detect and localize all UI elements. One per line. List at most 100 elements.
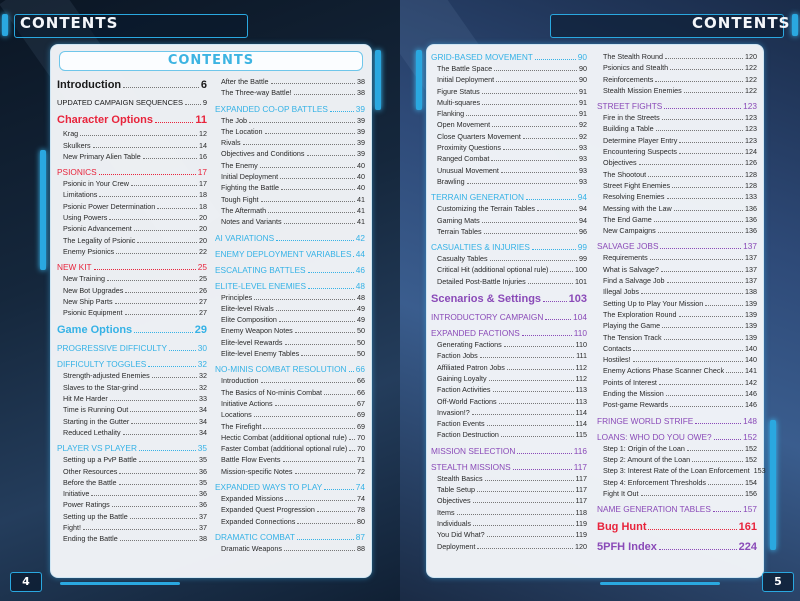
toc-chapter[interactable]: Bug Hunt 161 (597, 519, 757, 535)
toc-entry[interactable]: Skulkers 14 (57, 140, 207, 151)
toc-entry[interactable]: New Ship Parts 27 (57, 296, 207, 307)
toc-entry[interactable]: Encountering Suspects 124 (597, 146, 757, 157)
toc-entry[interactable]: The Shootout 128 (597, 169, 757, 180)
toc-chapter[interactable]: Scenarios & Settings 103 (431, 291, 587, 307)
toc-entry[interactable]: Fight It Out 156 (597, 488, 757, 499)
toc-entry[interactable]: Reinforcements 122 (597, 74, 757, 85)
toc-section[interactable]: EXPANDED WAYS TO PLAY 74 (215, 481, 365, 493)
toc-entry[interactable]: Reduced Lethality 34 (57, 427, 207, 438)
toc-entry[interactable]: Initial Deployment 90 (431, 74, 587, 85)
toc-entry[interactable]: Brawling 93 (431, 176, 587, 187)
toc-entry[interactable]: Psionic Advancement 20 (57, 223, 207, 234)
toc-entry[interactable]: Determine Player Entry 123 (597, 135, 757, 146)
toc-entry[interactable]: Step 1: Origin of the Loan 152 (597, 443, 757, 454)
toc-entry[interactable]: Fight! 37 (57, 522, 207, 533)
toc-entry[interactable]: Power Ratings 36 (57, 499, 207, 510)
toc-entry[interactable]: Individuals 119 (431, 518, 587, 529)
toc-entry[interactable]: Elite-level Rewards 50 (215, 337, 365, 348)
toc-entry[interactable]: Step 4: Enforcement Thresholds 154 (597, 477, 757, 488)
toc-entry[interactable]: Strength-adjusted Enemies 32 (57, 370, 207, 381)
toc-entry[interactable]: The Tension Track 139 (597, 332, 757, 343)
toc-section[interactable]: CASUALTIES & INJURIES 99 (431, 241, 587, 253)
toc-entry[interactable]: Requirements 137 (597, 252, 757, 263)
toc-section[interactable]: NO-MINIS COMBAT RESOLUTION 66 (215, 363, 365, 375)
toc-section[interactable]: LOANS: WHO DO YOU OWE? 152 (597, 431, 757, 443)
toc-entry[interactable]: The End Game 136 (597, 214, 757, 225)
toc-entry[interactable]: Casualty Tables 99 (431, 253, 587, 264)
toc-entry[interactable]: Messing with the Law 136 (597, 203, 757, 214)
toc-entry[interactable]: Psionic Equipment 27 (57, 307, 207, 318)
toc-section[interactable]: ENEMY DEPLOYMENT VARIABLES 44 (215, 248, 365, 260)
toc-entry[interactable]: Faction Events 114 (431, 418, 587, 429)
toc-entry[interactable]: Psionic Power Determination 18 (57, 201, 207, 212)
toc-entry[interactable]: Hit Me Harder 33 (57, 393, 207, 404)
toc-entry[interactable]: Setting Up to Play Your Mission 139 (597, 298, 757, 309)
toc-section[interactable]: EXPANDED FACTIONS 110 (431, 327, 587, 339)
toc-entry[interactable]: Unusual Movement 93 (431, 165, 587, 176)
toc-entry[interactable]: The Battle Space 90 (431, 63, 587, 74)
toc-entry[interactable]: You Did What? 119 (431, 529, 587, 540)
toc-entry[interactable]: The Firefight 69 (215, 421, 365, 432)
toc-entry[interactable]: Building a Table 123 (597, 123, 757, 134)
toc-section[interactable]: TERRAIN GENERATION 94 (431, 191, 587, 203)
toc-entry[interactable]: Ranged Combat 93 (431, 153, 587, 164)
toc-section[interactable]: STEALTH MISSIONS 117 (431, 461, 587, 473)
toc-entry[interactable]: What is Salvage? 137 (597, 264, 757, 275)
toc-entry[interactable]: Introduction 66 (215, 375, 365, 386)
toc-entry[interactable]: The Location 39 (215, 126, 365, 137)
toc-entry[interactable]: Locations 69 (215, 409, 365, 420)
toc-entry[interactable]: Points of Interest 142 (597, 377, 757, 388)
toc-entry[interactable]: Using Powers 20 (57, 212, 207, 223)
toc-entry[interactable]: The Three-way Battle! 38 (215, 87, 365, 98)
toc-entry[interactable]: Fighting the Battle 40 (215, 182, 365, 193)
toc-entry[interactable]: New Training 25 (57, 273, 207, 284)
toc-entry[interactable]: The Job 39 (215, 115, 365, 126)
toc-entry[interactable]: Limitations 18 (57, 189, 207, 200)
toc-entry[interactable]: Ending the Mission 146 (597, 388, 757, 399)
toc-entry[interactable]: Faster Combat (additional optional rule)… (215, 443, 365, 454)
toc-entry[interactable]: New Primary Alien Table 16 (57, 151, 207, 162)
toc-entry[interactable]: Objectives 126 (597, 157, 757, 168)
toc-section[interactable]: PLAYER VS PLAYER 35 (57, 442, 207, 454)
toc-entry[interactable]: Customizing the Terrain Tables 94 (431, 203, 587, 214)
toc-chapter[interactable]: Introduction 6 (57, 77, 207, 93)
toc-entry[interactable]: Items 118 (431, 507, 587, 518)
toc-section[interactable]: UPDATED CAMPAIGN SEQUENCES 9 (57, 97, 207, 108)
toc-section[interactable]: MISSION SELECTION 116 (431, 445, 587, 457)
toc-entry[interactable]: Elite-level Rivals 49 (215, 303, 365, 314)
toc-entry[interactable]: Invasion!? 114 (431, 407, 587, 418)
toc-entry[interactable]: Expanded Quest Progression 78 (215, 504, 365, 515)
toc-entry[interactable]: Deployment 120 (431, 541, 587, 552)
toc-entry[interactable]: Initiative 36 (57, 488, 207, 499)
toc-entry[interactable]: Psionic in Your Crew 17 (57, 178, 207, 189)
toc-entry[interactable]: Time is Running Out 34 (57, 404, 207, 415)
toc-section[interactable]: DRAMATIC COMBAT 87 (215, 531, 365, 543)
toc-entry[interactable]: The Enemy 40 (215, 160, 365, 171)
toc-entry[interactable]: Enemy Psionics 22 (57, 246, 207, 257)
toc-entry[interactable]: Setting up a PvP Battle 35 (57, 454, 207, 465)
toc-entry[interactable]: Ending the Battle 38 (57, 533, 207, 544)
toc-entry[interactable]: Objectives and Conditions 39 (215, 148, 365, 159)
toc-entry[interactable]: Step 3: Interest Rate of the Loan Enforc… (597, 465, 766, 476)
toc-entry[interactable]: The Stealth Round 120 (597, 51, 757, 62)
toc-entry[interactable]: Mission-specific Notes 72 (215, 466, 365, 477)
toc-entry[interactable]: Expanded Missions 74 (215, 493, 365, 504)
toc-entry[interactable]: The Basics of No-minis Combat 66 (215, 387, 365, 398)
toc-entry[interactable]: Table Setup 117 (431, 484, 587, 495)
toc-entry[interactable]: Contacts 140 (597, 343, 757, 354)
toc-entry[interactable]: Proximity Questions 93 (431, 142, 587, 153)
toc-section[interactable]: NEW KIT 25 (57, 261, 207, 273)
toc-entry[interactable]: Rivals 39 (215, 137, 365, 148)
toc-entry[interactable]: Close Quarters Movement 92 (431, 131, 587, 142)
toc-entry[interactable]: Flanking 91 (431, 108, 587, 119)
toc-entry[interactable]: Find a Salvage Job 137 (597, 275, 757, 286)
toc-entry[interactable]: Gaming Mats 94 (431, 215, 587, 226)
toc-entry[interactable]: Tough Fight 41 (215, 194, 365, 205)
toc-entry[interactable]: Detailed Post-Battle Injuries 101 (431, 276, 587, 287)
toc-entry[interactable]: Illegal Jobs 138 (597, 286, 757, 297)
toc-section[interactable]: FRINGE WORLD STRIFE 148 (597, 415, 757, 427)
toc-section[interactable]: PROGRESSIVE DIFFICULTY 30 (57, 342, 207, 354)
toc-entry[interactable]: Starting in the Gutter 34 (57, 416, 207, 427)
toc-entry[interactable]: Dramatic Weapons 88 (215, 543, 365, 554)
toc-section[interactable]: AI VARIATIONS 42 (215, 232, 365, 244)
